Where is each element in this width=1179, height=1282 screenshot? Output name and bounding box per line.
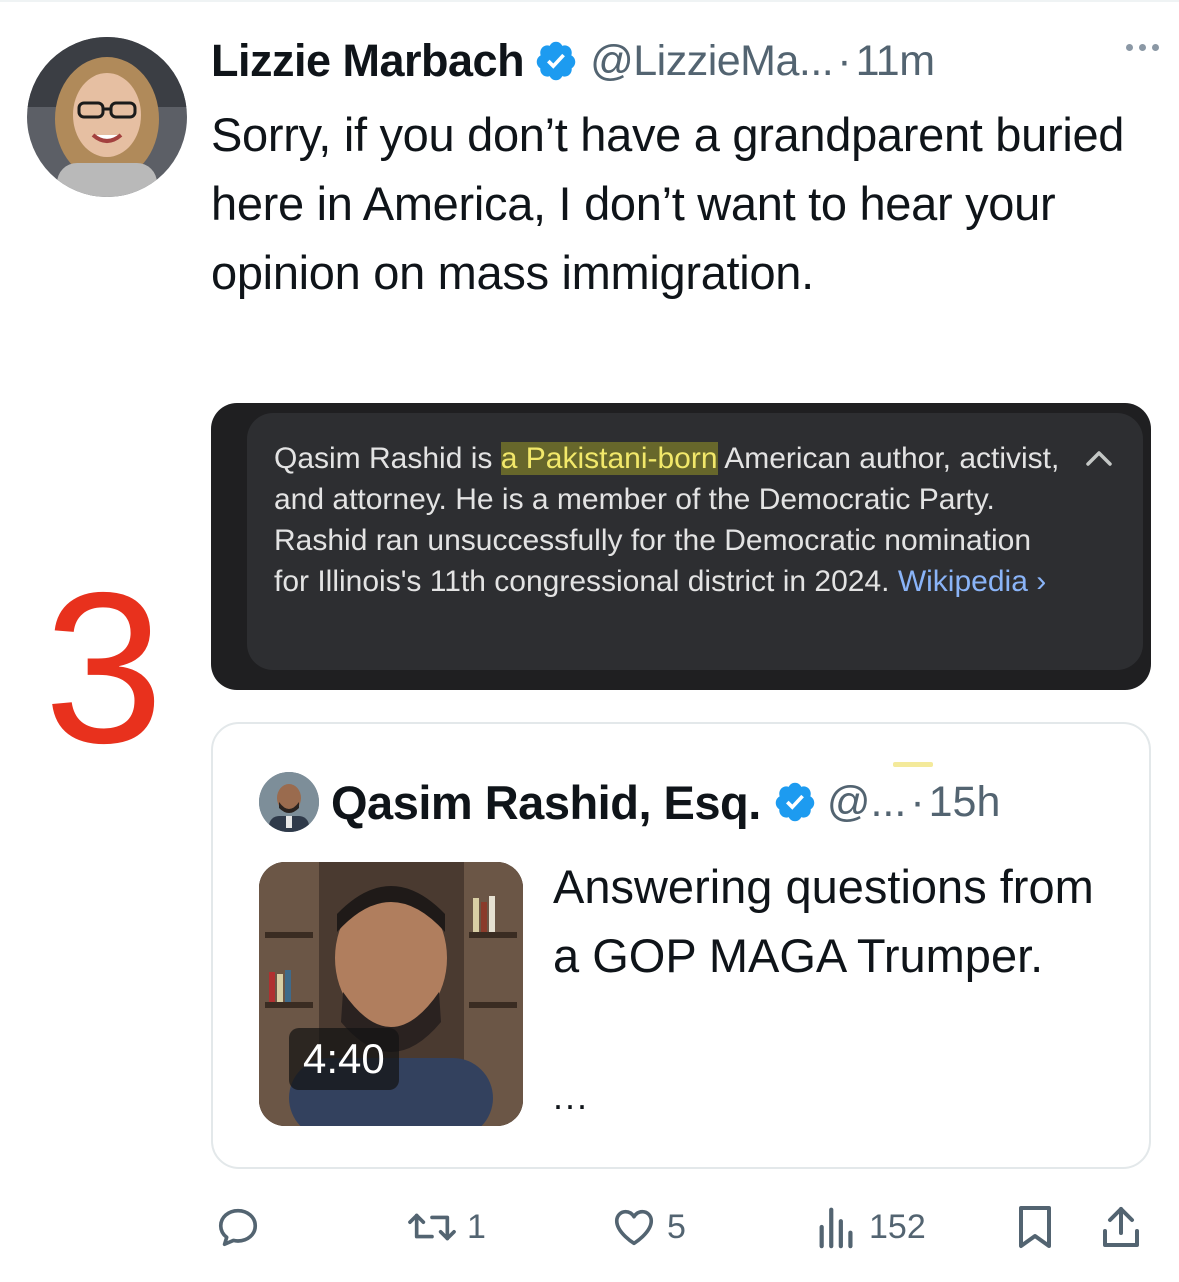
wikipedia-link: Wikipedia ›	[897, 565, 1047, 598]
tweet-action-bar: 1 5 152	[211, 1194, 1151, 1260]
knowledge-panel-text: Qasim Rashid is a Pakistani-born America…	[274, 438, 1074, 602]
views-count: 152	[869, 1207, 926, 1246]
top-divider	[0, 0, 1179, 2]
quoted-author-handle[interactable]: @...	[827, 778, 907, 827]
quoted-tweet-card[interactable]: Qasim Rashid, Esq. @... · 15h 4:40 Answe…	[211, 722, 1151, 1169]
bookmark-icon	[1019, 1206, 1051, 1248]
quoted-tweet-timestamp[interactable]: 15h	[929, 778, 1001, 827]
verified-badge-icon	[773, 780, 817, 824]
author-handle[interactable]: @LizzieMa...	[590, 37, 834, 86]
like-count: 5	[667, 1207, 686, 1246]
attached-image[interactable]: Qasim Rashid is a Pakistani-born America…	[211, 403, 1151, 690]
quoted-tweet-ellipsis: ...	[553, 1076, 590, 1117]
tweet-header: Lizzie Marbach @LizzieMa... · 11m	[211, 30, 1159, 92]
more-options-icon[interactable]	[1126, 44, 1159, 51]
retweet-button[interactable]: 1	[407, 1194, 486, 1260]
bookmark-button[interactable]	[1013, 1194, 1057, 1260]
reply-button[interactable]	[215, 1194, 271, 1260]
chevron-up-icon	[1086, 451, 1112, 466]
verified-badge-icon	[534, 39, 578, 83]
heart-icon	[614, 1209, 654, 1246]
retweet-icon	[408, 1213, 456, 1241]
share-button[interactable]	[1099, 1194, 1143, 1260]
quoted-header-separator: ·	[910, 777, 925, 826]
tweet-text: Sorry, if you don’t have a grandparent b…	[211, 108, 1125, 299]
author-avatar-image	[27, 37, 187, 197]
views-button[interactable]: 152	[815, 1194, 926, 1260]
quoted-avatar-image	[259, 772, 319, 832]
annotation-number: 3	[44, 547, 164, 788]
tweet-timestamp[interactable]: 11m	[856, 37, 935, 86]
header-separator: ·	[837, 36, 852, 85]
reply-icon	[218, 1208, 258, 1247]
views-chart-icon	[819, 1207, 853, 1249]
quoted-author-name[interactable]: Qasim Rashid, Esq.	[331, 775, 761, 830]
panel-text-start: Qasim Rashid is	[274, 442, 501, 475]
quoted-author-avatar[interactable]	[259, 772, 319, 832]
quoted-tweet-header: Qasim Rashid, Esq. @... · 15h	[331, 766, 1000, 838]
video-thumbnail[interactable]: 4:40	[259, 862, 523, 1126]
like-button[interactable]: 5	[611, 1194, 686, 1260]
quoted-tweet-text: Answering questions from a GOP MAGA Trum…	[553, 860, 1094, 982]
video-duration-badge: 4:40	[289, 1028, 399, 1090]
author-avatar[interactable]	[27, 37, 187, 197]
author-display-name[interactable]: Lizzie Marbach	[211, 35, 525, 87]
retweet-count: 1	[467, 1207, 486, 1246]
highlighted-text: a Pakistani-born	[500, 442, 718, 475]
share-icon	[1103, 1207, 1139, 1247]
